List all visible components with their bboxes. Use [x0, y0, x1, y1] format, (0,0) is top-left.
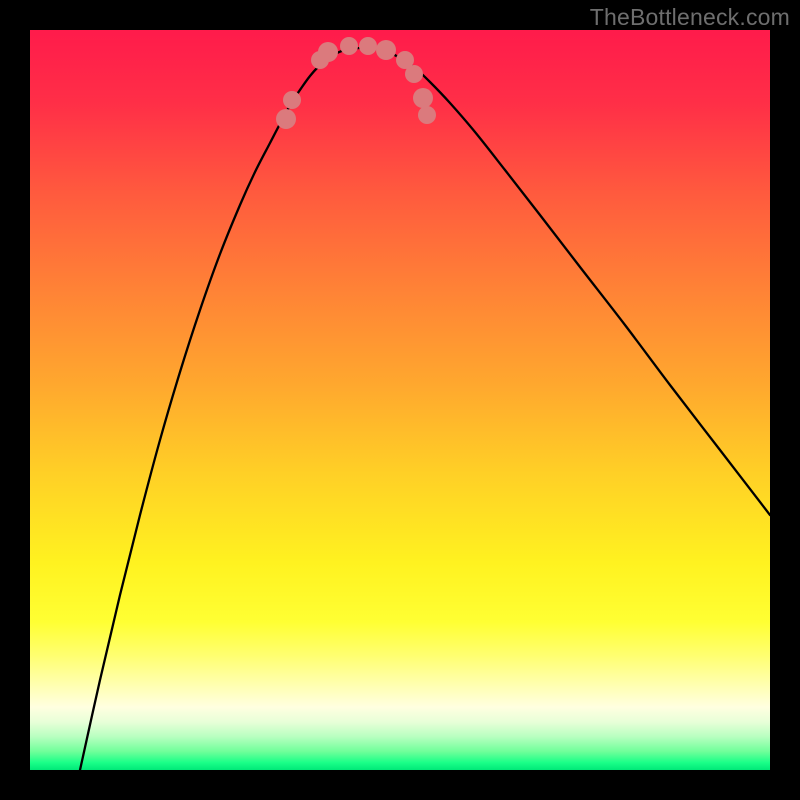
watermark-text: TheBottleneck.com [590, 4, 790, 31]
marker-group [276, 37, 436, 129]
chart-frame: TheBottleneck.com [0, 0, 800, 800]
marker-point [276, 109, 296, 129]
marker-point [405, 65, 423, 83]
marker-point [359, 37, 377, 55]
plot-area [30, 30, 770, 770]
marker-point [340, 37, 358, 55]
marker-point [283, 91, 301, 109]
marker-point [418, 106, 436, 124]
marker-point [376, 40, 396, 60]
curve-layer [30, 30, 770, 770]
marker-point [318, 42, 338, 62]
bottleneck-curve [80, 48, 770, 770]
marker-point [413, 88, 433, 108]
